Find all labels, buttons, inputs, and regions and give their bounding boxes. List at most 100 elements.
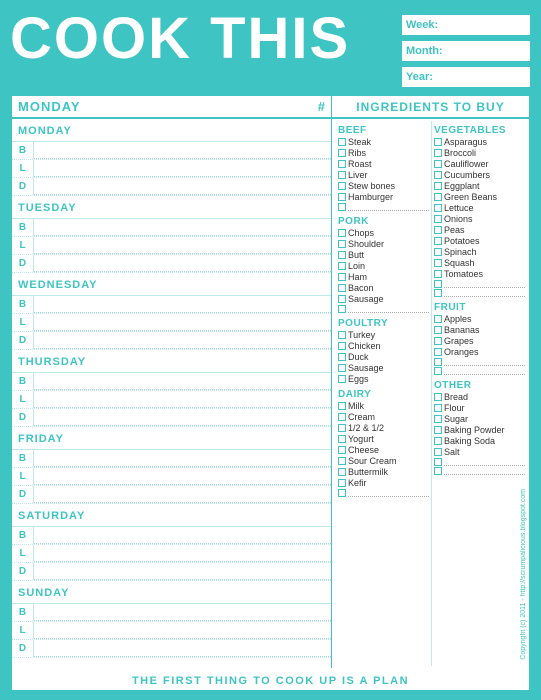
- year-field[interactable]: Year:: [401, 66, 531, 88]
- fruit-oranges-checkbox[interactable]: [434, 348, 442, 356]
- pork-butt-checkbox[interactable]: [338, 251, 346, 259]
- pork-ham-checkbox[interactable]: [338, 273, 346, 281]
- poultry-duck[interactable]: Duck: [338, 352, 429, 362]
- friday-l-line[interactable]: [34, 468, 331, 485]
- fruit-blank1-checkbox[interactable]: [434, 358, 442, 366]
- fruit-oranges[interactable]: Oranges: [434, 347, 525, 357]
- pork-ham[interactable]: Ham: [338, 272, 429, 282]
- beef-roast-checkbox[interactable]: [338, 160, 346, 168]
- wednesday-l-line[interactable]: [34, 314, 331, 331]
- other-bakingpowder-checkbox[interactable]: [434, 426, 442, 434]
- veg-lettuce[interactable]: Lettuce: [434, 203, 525, 213]
- dairy-cream[interactable]: Cream: [338, 412, 429, 422]
- dairy-buttermilk[interactable]: Buttermilk: [338, 467, 429, 477]
- beef-roast[interactable]: Roast: [338, 159, 429, 169]
- beef-blank1-checkbox[interactable]: [338, 203, 346, 211]
- beef-hamburger-checkbox[interactable]: [338, 193, 346, 201]
- poultry-turkey[interactable]: Turkey: [338, 330, 429, 340]
- tuesday-d-line[interactable]: [34, 255, 331, 272]
- veg-peas-checkbox[interactable]: [434, 226, 442, 234]
- dairy-blank1-checkbox[interactable]: [338, 489, 346, 497]
- poultry-chicken[interactable]: Chicken: [338, 341, 429, 351]
- veg-cauliflower[interactable]: Cauliflower: [434, 159, 525, 169]
- veg-lettuce-checkbox[interactable]: [434, 204, 442, 212]
- veg-asparagus[interactable]: Asparagus: [434, 137, 525, 147]
- veg-blank2-checkbox[interactable]: [434, 289, 442, 297]
- other-salt[interactable]: Salt: [434, 447, 525, 457]
- veg-cucumbers[interactable]: Cucumbers: [434, 170, 525, 180]
- month-field[interactable]: Month:: [401, 40, 531, 62]
- pork-sausage[interactable]: Sausage: [338, 294, 429, 304]
- saturday-b-line[interactable]: [34, 527, 331, 544]
- pork-loin[interactable]: Loin: [338, 261, 429, 271]
- veg-squash-checkbox[interactable]: [434, 259, 442, 267]
- poultry-turkey-checkbox[interactable]: [338, 331, 346, 339]
- other-flour[interactable]: Flour: [434, 403, 525, 413]
- veg-eggplant[interactable]: Eggplant: [434, 181, 525, 191]
- veg-blank1-checkbox[interactable]: [434, 280, 442, 288]
- other-bakingsoda[interactable]: Baking Soda: [434, 436, 525, 446]
- poultry-eggs[interactable]: Eggs: [338, 374, 429, 384]
- pork-shoulder[interactable]: Shoulder: [338, 239, 429, 249]
- beef-ribs-checkbox[interactable]: [338, 149, 346, 157]
- veg-onions[interactable]: Onions: [434, 214, 525, 224]
- fruit-apples-checkbox[interactable]: [434, 315, 442, 323]
- veg-broccoli[interactable]: Broccoli: [434, 148, 525, 158]
- fruit-grapes[interactable]: Grapes: [434, 336, 525, 346]
- veg-peas[interactable]: Peas: [434, 225, 525, 235]
- pork-blank1-checkbox[interactable]: [338, 305, 346, 313]
- pork-chops[interactable]: Chops: [338, 228, 429, 238]
- poultry-eggs-checkbox[interactable]: [338, 375, 346, 383]
- wednesday-b-line[interactable]: [34, 296, 331, 313]
- poultry-sausage-checkbox[interactable]: [338, 364, 346, 372]
- other-bakingpowder[interactable]: Baking Powder: [434, 425, 525, 435]
- sunday-b-line[interactable]: [34, 604, 331, 621]
- fruit-bananas[interactable]: Bananas: [434, 325, 525, 335]
- poultry-chicken-checkbox[interactable]: [338, 342, 346, 350]
- other-blank1-checkbox[interactable]: [434, 458, 442, 466]
- other-sugar-checkbox[interactable]: [434, 415, 442, 423]
- friday-d-line[interactable]: [34, 486, 331, 503]
- veg-spinach[interactable]: Spinach: [434, 247, 525, 257]
- veg-tomatoes-checkbox[interactable]: [434, 270, 442, 278]
- pork-shoulder-checkbox[interactable]: [338, 240, 346, 248]
- dairy-kefir[interactable]: Kefir: [338, 478, 429, 488]
- saturday-l-line[interactable]: [34, 545, 331, 562]
- beef-ribs[interactable]: Ribs: [338, 148, 429, 158]
- fruit-apples[interactable]: Apples: [434, 314, 525, 324]
- veg-potatoes-checkbox[interactable]: [434, 237, 442, 245]
- veg-tomatoes[interactable]: Tomatoes: [434, 269, 525, 279]
- pork-chops-checkbox[interactable]: [338, 229, 346, 237]
- week-field[interactable]: Week:: [401, 14, 531, 36]
- pork-bacon-checkbox[interactable]: [338, 284, 346, 292]
- veg-asparagus-checkbox[interactable]: [434, 138, 442, 146]
- dairy-yogurt-checkbox[interactable]: [338, 435, 346, 443]
- pork-sausage-checkbox[interactable]: [338, 295, 346, 303]
- dairy-sourcream[interactable]: Sour Cream: [338, 456, 429, 466]
- dairy-yogurt[interactable]: Yogurt: [338, 434, 429, 444]
- veg-potatoes[interactable]: Potatoes: [434, 236, 525, 246]
- veg-broccoli-checkbox[interactable]: [434, 149, 442, 157]
- wednesday-d-line[interactable]: [34, 332, 331, 349]
- veg-greenbeans[interactable]: Green Beans: [434, 192, 525, 202]
- sunday-d-line[interactable]: [34, 640, 331, 657]
- thursday-l-line[interactable]: [34, 391, 331, 408]
- beef-stew-checkbox[interactable]: [338, 182, 346, 190]
- dairy-cheese-checkbox[interactable]: [338, 446, 346, 454]
- pork-butt[interactable]: Butt: [338, 250, 429, 260]
- thursday-d-line[interactable]: [34, 409, 331, 426]
- veg-greenbeans-checkbox[interactable]: [434, 193, 442, 201]
- dairy-kefir-checkbox[interactable]: [338, 479, 346, 487]
- poultry-sausage[interactable]: Sausage: [338, 363, 429, 373]
- veg-cauliflower-checkbox[interactable]: [434, 160, 442, 168]
- dairy-half[interactable]: 1/2 & 1/2: [338, 423, 429, 433]
- dairy-sourcream-checkbox[interactable]: [338, 457, 346, 465]
- dairy-cheese[interactable]: Cheese: [338, 445, 429, 455]
- monday-b-line[interactable]: [34, 142, 331, 159]
- monday-l-line[interactable]: [34, 160, 331, 177]
- veg-cucumbers-checkbox[interactable]: [434, 171, 442, 179]
- beef-steak-checkbox[interactable]: [338, 138, 346, 146]
- tuesday-l-line[interactable]: [34, 237, 331, 254]
- poultry-duck-checkbox[interactable]: [338, 353, 346, 361]
- other-salt-checkbox[interactable]: [434, 448, 442, 456]
